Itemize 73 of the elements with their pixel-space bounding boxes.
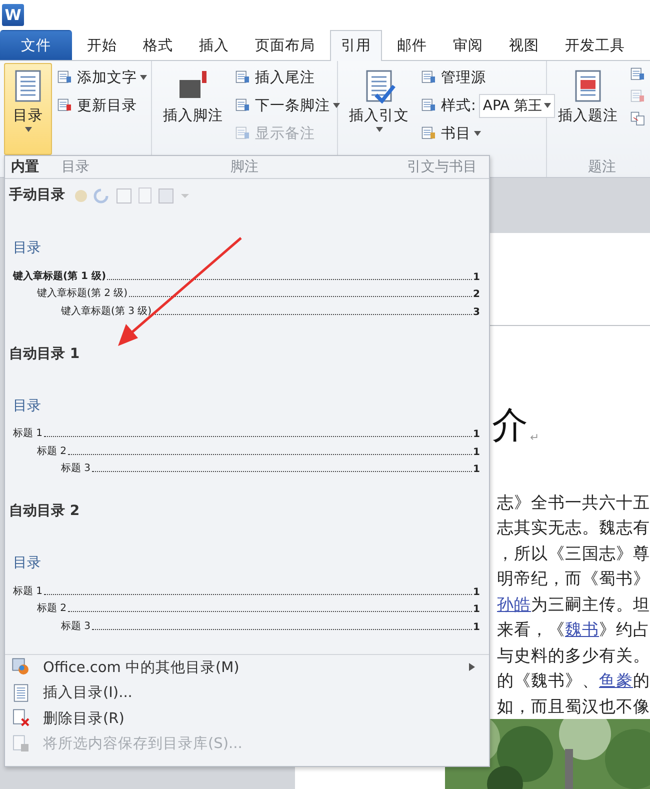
style-dropdown[interactable]: APA 第王 bbox=[478, 94, 556, 118]
text-link[interactable]: 孙皓 bbox=[497, 594, 531, 614]
toc-entry: 键入章标题(第 3 级) bbox=[61, 304, 152, 318]
delete-document-icon bbox=[11, 708, 31, 728]
ribbon-tab[interactable]: 视图 bbox=[498, 30, 550, 60]
menu-item[interactable]: 插入目录(I)... bbox=[5, 680, 489, 706]
page-number: 1 bbox=[473, 446, 480, 458]
ribbon-tab[interactable]: 开始 bbox=[76, 30, 128, 60]
file-tab[interactable]: 文件 bbox=[0, 30, 72, 60]
toc-entry: 标题 3 bbox=[61, 462, 91, 476]
caret-icon bbox=[333, 103, 340, 108]
page-number: 1 bbox=[473, 464, 480, 476]
caret-icon bbox=[544, 103, 552, 108]
app-logo: W bbox=[2, 4, 24, 26]
ribbon-button[interactable]: 更新目录 bbox=[56, 94, 147, 118]
document-text: 如，而且蜀汉也不像 bbox=[497, 696, 650, 718]
save-document-icon bbox=[11, 734, 31, 754]
ribbon-tab[interactable]: 审阅 bbox=[442, 30, 494, 60]
page-number: 1 bbox=[473, 429, 480, 440]
ribbon-button[interactable]: 插入脚注 bbox=[156, 62, 230, 154]
section-header: 内置 bbox=[11, 159, 39, 175]
menu-item[interactable]: Office.com 中的其他目录(M) bbox=[5, 654, 489, 680]
ribbon-button[interactable]: 插入尾注 bbox=[234, 66, 340, 90]
group-label: 脚注 bbox=[230, 158, 258, 174]
toc-gallery-item[interactable]: 手动目录 目录 键入章标题(第 1 级) 1 键入章标题(第 2 级) 2 键入章标题(第 3 级) 3 bbox=[5, 179, 489, 339]
ribbon-tab[interactable]: 邮件 bbox=[386, 30, 438, 60]
document-heading: 介 bbox=[492, 408, 528, 444]
document-text: 明帝纪，而《蜀书》 bbox=[497, 568, 650, 590]
document-text: 的《魏书》、鱼豢的 bbox=[497, 670, 650, 692]
submenu-arrow-icon bbox=[469, 663, 475, 672]
text-link[interactable]: 鱼豢 bbox=[599, 671, 633, 690]
toc-entry: 标题 1 bbox=[13, 426, 43, 440]
page-number: 1 bbox=[473, 272, 480, 282]
toc-entry: 键入章标题(第 1 级) bbox=[13, 269, 106, 282]
document-text: 志其实无志。魏志有 bbox=[497, 517, 650, 539]
document-text: 来看，《魏书》约占 bbox=[497, 619, 650, 641]
ribbon-tab[interactable]: 格式 bbox=[132, 30, 184, 60]
page-number: 1 bbox=[473, 604, 480, 616]
toc-entry: 键入章标题(第 2 级) bbox=[37, 286, 128, 300]
ribbon-button[interactable]: 插入引文 bbox=[342, 62, 416, 154]
caret-icon bbox=[474, 131, 481, 136]
toc-entry: 标题 3 bbox=[61, 620, 91, 633]
ribbon-tab[interactable]: 开发工具 bbox=[554, 30, 636, 60]
caret-icon bbox=[376, 126, 382, 132]
ribbon-tab[interactable]: 页面布局 bbox=[244, 30, 326, 60]
document-icon bbox=[11, 682, 31, 703]
page-number: 2 bbox=[473, 289, 480, 300]
document-text: ，所以《三国志》尊 bbox=[497, 542, 650, 564]
page-number: 3 bbox=[473, 306, 480, 318]
ribbon-tab[interactable]: 引用 bbox=[330, 30, 382, 61]
menu-item[interactable]: 删除目录(R) bbox=[5, 706, 489, 731]
page-number: 1 bbox=[473, 622, 480, 633]
caret-icon bbox=[24, 126, 32, 132]
toc-entry: 标题 1 bbox=[13, 584, 43, 598]
toc-gallery-item[interactable]: 自动目录 2 目录 标题 1 1 标题 2 1 标题 3 1 bbox=[5, 496, 489, 654]
ribbon-tab[interactable]: 插入 bbox=[188, 30, 240, 60]
document-text: 孙皓为三嗣主传。坦 bbox=[497, 594, 650, 616]
toc-entry: 标题 2 bbox=[37, 444, 67, 458]
ribbon-button[interactable]: 添加文字 bbox=[56, 66, 147, 90]
caret-icon bbox=[140, 75, 147, 80]
ribbon-button[interactable]: 目录 bbox=[4, 62, 52, 154]
document-text: 与史料的多少有关。 bbox=[497, 644, 650, 666]
group-label: 引文与书目 bbox=[407, 158, 477, 174]
toc-entry: 标题 2 bbox=[37, 602, 67, 616]
page-number: 1 bbox=[473, 586, 480, 598]
style-selector[interactable]: 样式: APA 第王 bbox=[420, 94, 556, 118]
group-label: 题注 bbox=[588, 158, 616, 174]
toc-gallery-item[interactable]: 自动目录 1 目录 标题 1 1 标题 2 1 标题 3 1 bbox=[5, 338, 489, 496]
text-link[interactable]: 魏书 bbox=[565, 620, 599, 639]
paragraph-mark: ↵ bbox=[530, 430, 540, 444]
group-label: 目录 bbox=[62, 158, 90, 174]
ribbon-button[interactable]: 下一条脚注 bbox=[234, 94, 340, 118]
document-text: 志》全书一共六十五 bbox=[497, 492, 650, 514]
